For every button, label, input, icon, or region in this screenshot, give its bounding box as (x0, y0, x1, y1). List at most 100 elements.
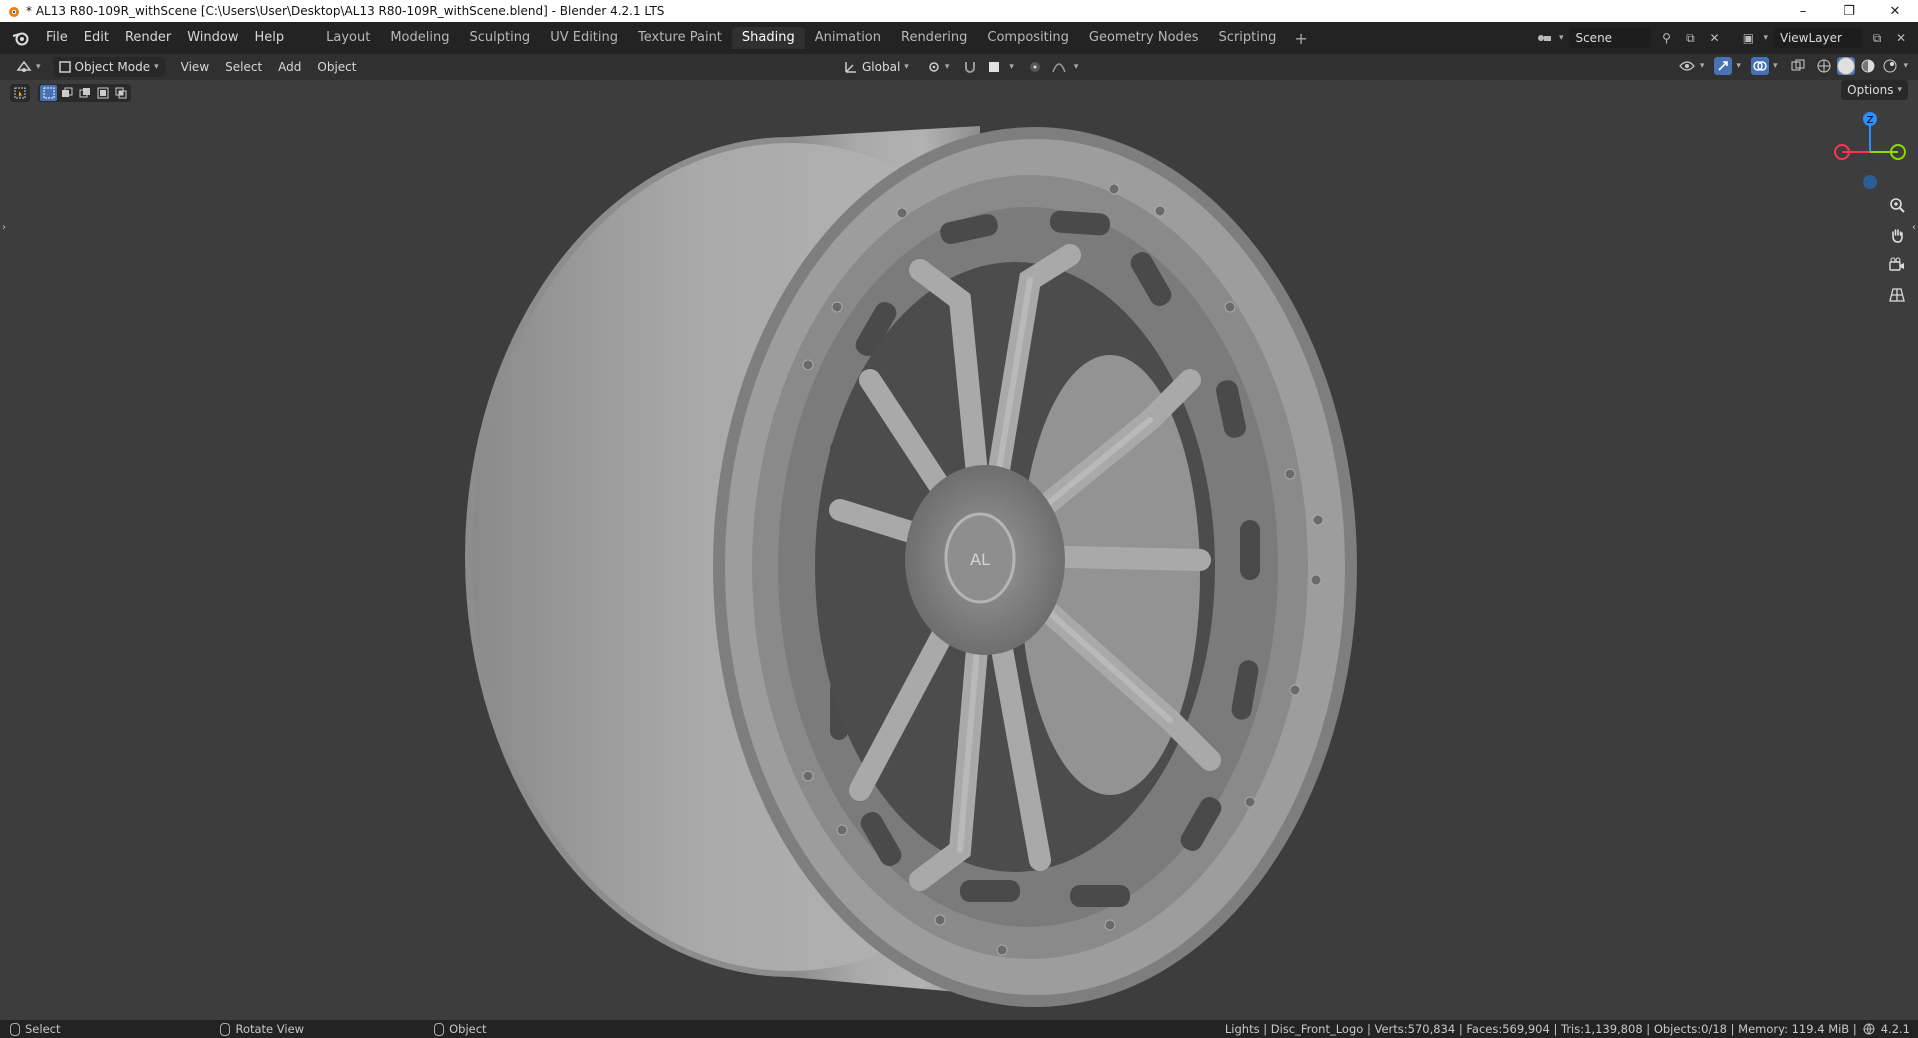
scene-name-field[interactable]: Scene (1569, 28, 1652, 48)
pivot-point-dropdown[interactable]: ▾ (921, 57, 956, 77)
xray-toggle-icon[interactable] (1789, 57, 1807, 75)
menu-render[interactable]: Render (117, 27, 179, 49)
select-intersect-icon[interactable] (112, 85, 129, 101)
solid-sphere-icon (1837, 57, 1856, 75)
select-subtract-icon[interactable] (76, 85, 93, 101)
object-mode-icon (58, 61, 71, 73)
add-workspace-button[interactable]: + (1286, 29, 1315, 48)
menu-select[interactable]: Select (217, 56, 270, 78)
menu-edit[interactable]: Edit (76, 27, 117, 49)
delete-view-layer-icon[interactable]: ✕ (1892, 29, 1910, 47)
transform-orientation-dropdown[interactable]: Global ▾ (838, 57, 915, 77)
mode-dropdown[interactable]: Object Mode ▾ (52, 57, 165, 77)
chevron-down-icon[interactable]: ▾ (1773, 61, 1778, 71)
chevron-down-icon[interactable]: ▾ (1559, 33, 1564, 43)
options-dropdown[interactable]: Options ▾ (1841, 80, 1908, 100)
select-new-icon[interactable] (40, 85, 57, 101)
orientation-icon (845, 62, 856, 73)
rendered-shading-icon[interactable] (1881, 57, 1899, 75)
overlays-toggle-icon[interactable] (1750, 57, 1769, 75)
tab-layout[interactable]: Layout (316, 27, 380, 49)
chevron-down-icon: ▾ (944, 62, 950, 72)
tab-texture-paint[interactable]: Texture Paint (628, 27, 732, 49)
visibility-eye-icon[interactable] (1678, 57, 1696, 75)
material-shading-icon[interactable] (1859, 57, 1877, 75)
top-right-controls: ▾ Scene ⚲ ⧉ ✕ ▣ ▾ ViewLayer ⧉ ✕ (1535, 28, 1910, 48)
view-layer-field[interactable]: ViewLayer (1774, 28, 1862, 48)
version-label: 4.2.1 (1880, 1022, 1910, 1036)
z-axis-label: Z (1867, 115, 1874, 126)
snap-target-icon[interactable] (985, 58, 1003, 76)
tab-scripting[interactable]: Scripting (1209, 27, 1287, 49)
chevron-down-icon: ▾ (1897, 85, 1902, 95)
select-extend-icon[interactable] (58, 85, 75, 101)
status-object-hint: Object (434, 1022, 487, 1036)
menu-add[interactable]: Add (270, 56, 309, 78)
pan-hand-icon[interactable] (1884, 222, 1910, 248)
scene-selector-icon[interactable] (1535, 29, 1553, 47)
status-select-label: Select (25, 1022, 61, 1036)
tab-geometry-nodes[interactable]: Geometry Nodes (1079, 27, 1209, 49)
delete-scene-icon[interactable]: ✕ (1705, 29, 1723, 47)
chevron-down-icon[interactable]: ▾ (1903, 61, 1908, 71)
blender-menu-icon[interactable] (10, 27, 32, 49)
select-invert-icon[interactable] (94, 85, 111, 101)
chevron-down-icon[interactable]: ▾ (1009, 62, 1014, 72)
menu-view[interactable]: View (173, 56, 217, 78)
chevron-down-icon[interactable]: ▾ (1074, 62, 1079, 72)
select-tool-icon[interactable] (10, 84, 30, 102)
minimize-button[interactable]: – (1780, 0, 1826, 22)
tab-sculpting[interactable]: Sculpting (459, 27, 540, 49)
tab-modeling[interactable]: Modeling (380, 27, 459, 49)
chevron-down-icon[interactable]: ▾ (1700, 61, 1705, 71)
pin-icon[interactable]: ⚲ (1657, 29, 1675, 47)
restore-button[interactable]: ❐ (1826, 0, 1872, 22)
status-select-hint: Select (10, 1022, 60, 1036)
view-layer-icon[interactable]: ▣ (1739, 29, 1757, 47)
gizmo-toggle-icon[interactable] (1714, 57, 1733, 75)
chevron-down-icon: ▾ (154, 62, 159, 72)
close-button[interactable]: ✕ (1872, 0, 1918, 22)
tab-rendering[interactable]: Rendering (891, 27, 977, 49)
selection-mode-group (38, 84, 131, 102)
top-bar: File Edit Render Window Help Layout Mode… (0, 22, 1918, 54)
proportional-edit-icon[interactable] (1026, 58, 1044, 76)
chevron-down-icon: ▾ (904, 62, 909, 72)
falloff-icon[interactable] (1050, 58, 1068, 76)
status-object-label: Object (449, 1022, 487, 1036)
status-rotate-label: Rotate View (235, 1022, 305, 1036)
snap-icon[interactable] (961, 58, 979, 76)
new-view-layer-icon[interactable]: ⧉ (1868, 29, 1886, 47)
navigation-gizmo[interactable]: Z (1830, 108, 1910, 198)
menu-help[interactable]: Help (247, 27, 293, 49)
transform-controls: Global ▾ ▾ ▾ ▾ (838, 57, 1078, 77)
window-titlebar: * AL13 R80-109R_withScene [C:\Users\User… (0, 0, 1918, 22)
left-mouse-icon (10, 1022, 20, 1036)
editor-type-selector[interactable]: ▾ (10, 57, 47, 77)
mode-label: Object Mode (74, 60, 151, 74)
3d-viewport[interactable]: AL › ‹ (0, 106, 1918, 1020)
camera-view-icon[interactable] (1884, 252, 1910, 278)
viewport-display-controls: ▾ ▾ ▾ ▾ (1678, 57, 1908, 75)
menu-object[interactable]: Object (309, 56, 364, 78)
tab-compositing[interactable]: Compositing (977, 27, 1079, 49)
chevron-down-icon[interactable]: ▾ (1763, 33, 1768, 43)
tab-uv-editing[interactable]: UV Editing (540, 27, 628, 49)
new-scene-icon[interactable]: ⧉ (1681, 29, 1699, 47)
wireframe-shading-icon[interactable] (1815, 57, 1833, 75)
solid-shading-icon[interactable] (1837, 57, 1856, 75)
pivot-icon (929, 62, 939, 72)
tab-animation[interactable]: Animation (805, 27, 891, 49)
zoom-icon[interactable] (1884, 192, 1910, 218)
sidebar-expand-arrow-icon[interactable]: ‹ (1912, 222, 1916, 233)
menu-file[interactable]: File (38, 27, 76, 49)
perspective-grid-icon[interactable] (1884, 282, 1910, 308)
chevron-down-icon[interactable]: ▾ (1736, 61, 1741, 71)
toolbar-expand-arrow-icon[interactable]: › (2, 222, 6, 233)
menu-window[interactable]: Window (179, 27, 246, 49)
tab-shading[interactable]: Shading (731, 27, 805, 49)
status-bar: Select Rotate View Object Lights | Disc_… (0, 1020, 1918, 1038)
right-mouse-icon (434, 1022, 445, 1036)
neg-z-axis-handle[interactable] (1863, 175, 1877, 189)
workspace-tabs: Layout Modeling Sculpting UV Editing Tex… (316, 27, 1316, 49)
